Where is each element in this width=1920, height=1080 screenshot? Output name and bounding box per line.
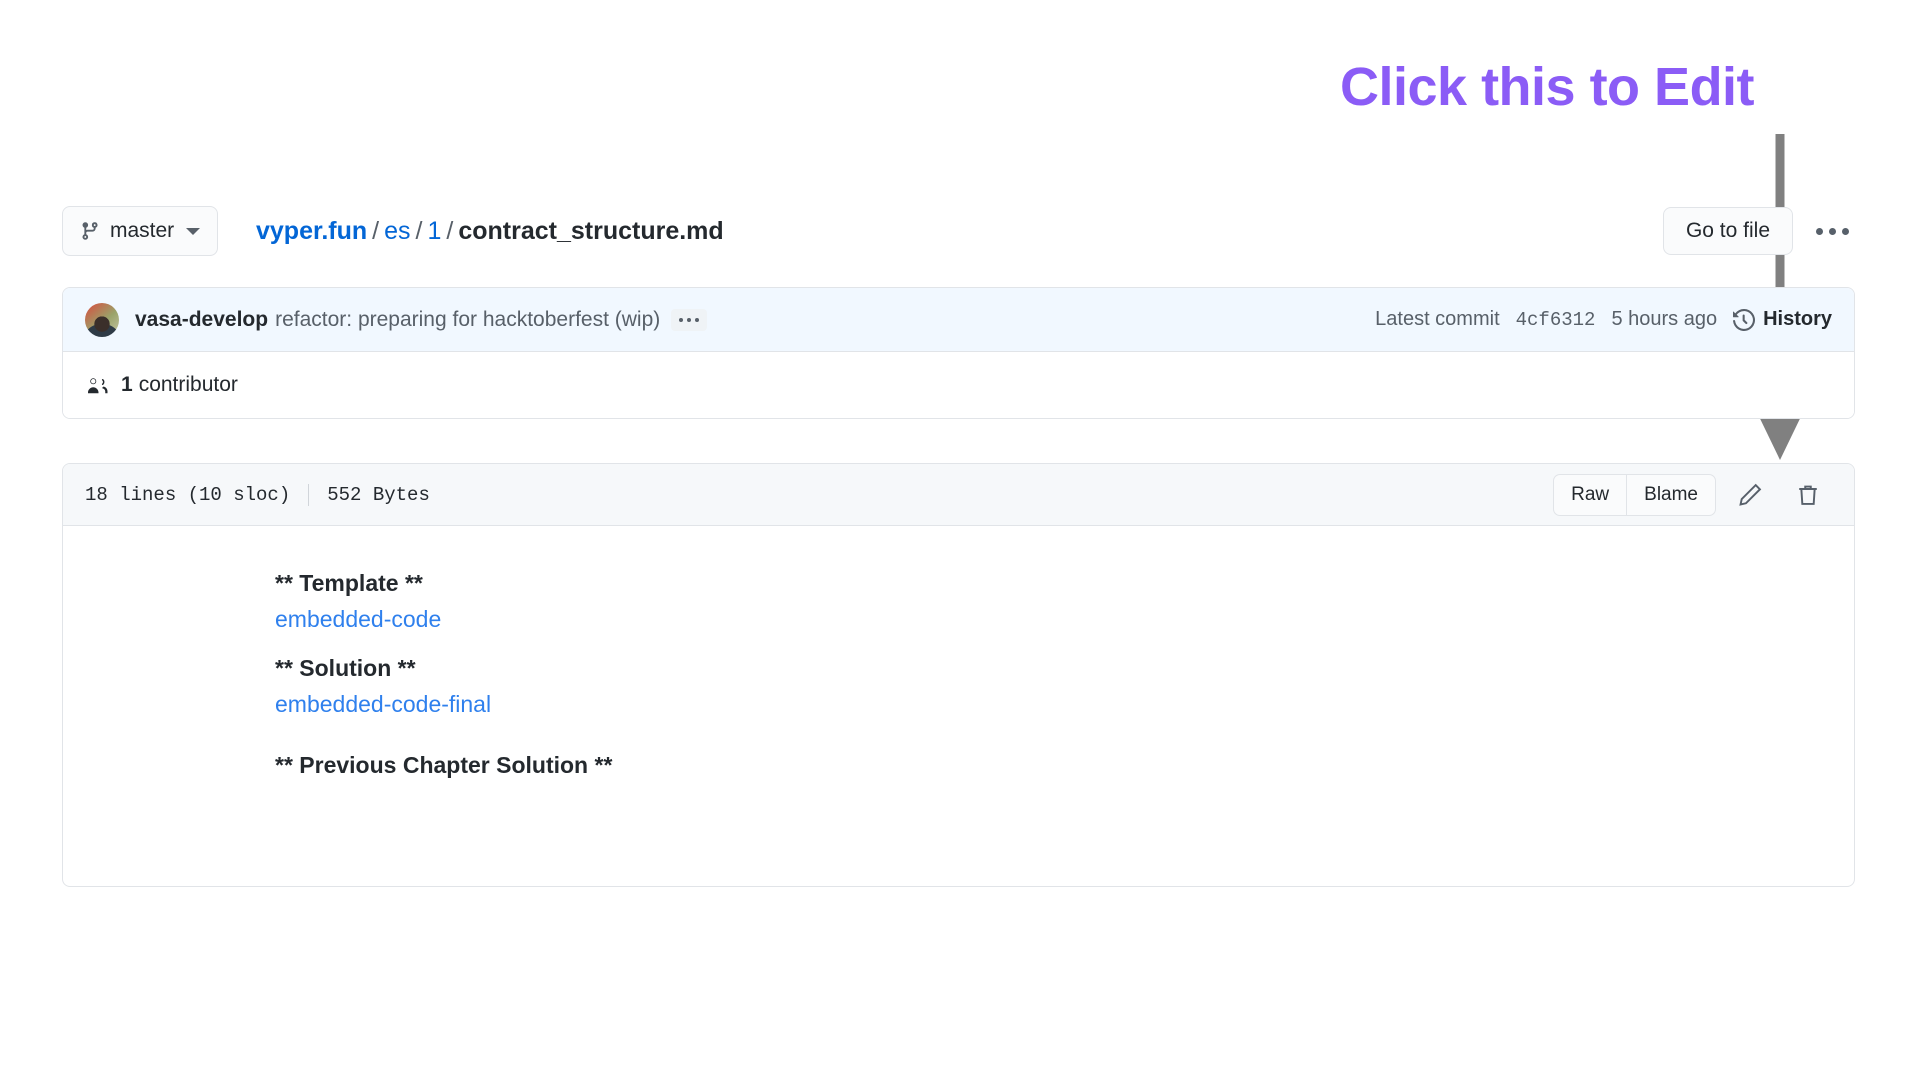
markdown-heading: ** Previous Chapter Solution ** [275,752,613,778]
contributors-row[interactable]: 1 contributor [63,352,1854,418]
contributor-count: 1 [121,373,133,396]
history-clock-icon [1733,308,1756,331]
commit-sha-link[interactable]: 4cf6312 [1516,309,1596,331]
breadcrumb-separator: / [415,217,423,245]
branch-selector-button[interactable]: master [62,206,219,256]
file-toolbar: 18 lines (10 sloc) 552 Bytes Raw Blame [63,464,1854,526]
markdown-heading: ** Template ** [275,570,423,596]
avatar[interactable] [85,302,119,337]
breadcrumb-segment-1[interactable]: 1 [427,217,441,245]
kebab-dot [1829,227,1836,235]
go-to-file-button[interactable]: Go to file [1662,207,1793,255]
markdown-link[interactable]: embedded-code-final [63,691,1854,718]
kebab-dot [1816,227,1823,235]
file-actions: Raw Blame [1553,473,1832,516]
commit-author-link[interactable]: vasa-develop [135,308,268,332]
commit-info-box: vasa-develop refactor: preparing for hac… [62,287,1855,419]
history-label: History [1763,308,1832,330]
ellipsis-dot [695,317,700,322]
contributor-label: contributor [138,373,238,396]
breadcrumb-separator: / [446,217,454,245]
annotation-callout-text: Click this to Edit [1340,57,1755,117]
commit-history-link[interactable]: History [1733,308,1832,331]
file-stats: 18 lines (10 sloc) 552 Bytes [85,483,430,506]
raw-blame-button-group: Raw Blame [1553,473,1716,516]
more-options-icon[interactable] [1816,216,1849,246]
commit-message-link[interactable]: refactor: preparing for hacktoberfest (w… [275,308,660,332]
ellipsis-dot [687,317,692,322]
delete-file-icon[interactable] [1784,475,1832,515]
breadcrumb-segment-es[interactable]: es [384,217,410,245]
branch-name-label: master [110,219,175,242]
breadcrumb: vyper.fun / es/1/contract_structure.md [256,214,724,248]
file-header-bar: master vyper.fun / es/1/contract_structure… [62,202,1855,264]
latest-commit-label: Latest commit [1375,308,1500,330]
file-line-count: 18 lines (10 sloc) [85,483,291,506]
edit-pencil-icon[interactable] [1726,475,1774,515]
expand-commit-message-button[interactable] [671,308,708,331]
markdown-link[interactable]: embedded-code [63,606,1854,633]
raw-button[interactable]: Raw [1554,475,1626,515]
breadcrumb-repo-link[interactable]: vyper.fun [256,217,367,245]
go-to-file-label: Go to file [1685,219,1770,242]
blame-button[interactable]: Blame [1626,474,1715,515]
file-content-box: 18 lines (10 sloc) 552 Bytes Raw Blame *… [62,463,1855,887]
file-size: 552 Bytes [327,483,430,506]
commit-time: 5 hours ago [1611,308,1718,330]
stats-divider [308,483,310,506]
trash-icon [1799,485,1817,505]
markdown-heading: ** Solution ** [275,655,416,681]
breadcrumb-file-name: contract_structure.md [458,217,724,245]
markdown-rendered-content: ** Template ** embedded-code ** Solution… [63,526,1854,779]
latest-commit-row: vasa-develop refactor: preparing for hac… [63,288,1854,352]
pencil-icon [1739,483,1762,506]
breadcrumb-separator: / [372,217,380,245]
commit-meta: Latest commit 4cf6312 5 hours ago Histor… [1375,308,1832,331]
people-icon [88,378,108,394]
git-branch-icon [82,222,98,240]
ellipsis-dot [679,317,684,322]
github-file-view-page: Click this to Edit master vyper.fun / es/1… [0,0,1920,1080]
chevron-down-icon [186,227,201,235]
kebab-dot [1842,227,1849,235]
